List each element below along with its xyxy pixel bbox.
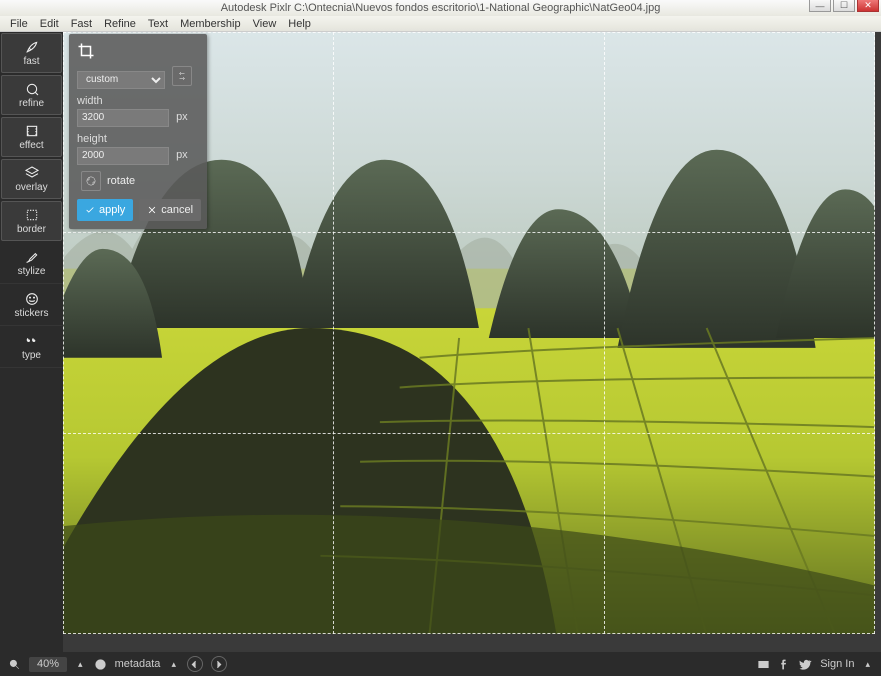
width-input[interactable]: [77, 109, 169, 127]
canvas-area[interactable]: custom width px height px rotate: [63, 32, 881, 652]
window-title: Autodesk Pixlr C:\Ontecnia\Nuevos fondos…: [221, 2, 661, 14]
zoom-caret[interactable]: ▴: [75, 659, 86, 670]
tool-type[interactable]: type: [0, 326, 63, 368]
facebook-icon[interactable]: [778, 658, 791, 671]
mail-icon[interactable]: [757, 658, 770, 671]
menu-help[interactable]: Help: [282, 17, 317, 31]
rotate-icon: [85, 175, 97, 187]
tool-label: stylize: [18, 266, 46, 277]
layers-icon: [24, 165, 40, 181]
signin-caret[interactable]: ▴: [862, 659, 873, 670]
cancel-button[interactable]: cancel: [139, 199, 201, 221]
tool-stickers[interactable]: stickers: [0, 284, 63, 326]
unit-label: px: [176, 111, 188, 123]
quote-icon: [24, 333, 40, 349]
menu-view[interactable]: View: [247, 17, 283, 31]
rotate-button[interactable]: [81, 171, 101, 191]
tool-label: refine: [19, 98, 44, 109]
check-icon: [85, 205, 95, 215]
swap-icon: [176, 70, 188, 82]
rotate-label: rotate: [107, 175, 135, 187]
twitter-icon[interactable]: [799, 658, 812, 671]
window-controls: — ☐ ✕: [809, 0, 879, 12]
tool-refine[interactable]: refine: [1, 75, 62, 115]
sidebar: fast refine effect overlay border styliz…: [0, 32, 63, 652]
height-label: height: [77, 133, 199, 145]
brush-icon: [24, 249, 40, 265]
menu-edit[interactable]: Edit: [34, 17, 65, 31]
unit-label: px: [176, 149, 188, 161]
crop-icon: [77, 42, 95, 60]
app-body: fast refine effect overlay border styliz…: [0, 32, 881, 652]
sticker-icon: [24, 291, 40, 307]
tool-stylize[interactable]: stylize: [0, 242, 63, 284]
statusbar: 40% ▴ metadata ▴ Sign In ▴: [0, 652, 881, 676]
x-icon: [147, 205, 157, 215]
border-icon: [24, 207, 40, 223]
circle-icon: [24, 81, 40, 97]
titlebar: Autodesk Pixlr C:\Ontecnia\Nuevos fondos…: [0, 0, 881, 16]
menu-membership[interactable]: Membership: [174, 17, 247, 31]
rocket-icon: [24, 39, 40, 55]
menu-refine[interactable]: Refine: [98, 17, 142, 31]
metadata-label[interactable]: metadata: [115, 658, 161, 670]
menu-file[interactable]: File: [4, 17, 34, 31]
tool-label: type: [22, 350, 41, 361]
tool-fast[interactable]: fast: [1, 33, 62, 73]
apply-button[interactable]: apply: [77, 199, 133, 221]
prev-button[interactable]: [187, 656, 203, 672]
settings-icon[interactable]: [94, 658, 107, 671]
menu-fast[interactable]: Fast: [65, 17, 98, 31]
crop-preset-select[interactable]: custom: [77, 71, 165, 89]
tool-label: border: [17, 224, 46, 235]
tool-overlay[interactable]: overlay: [1, 159, 62, 199]
menu-text[interactable]: Text: [142, 17, 174, 31]
menubar: File Edit Fast Refine Text Membership Vi…: [0, 16, 881, 32]
height-input[interactable]: [77, 147, 169, 165]
tool-label: overlay: [15, 182, 47, 193]
width-label: width: [77, 95, 199, 107]
swap-dimensions-button[interactable]: [172, 66, 192, 86]
signin-link[interactable]: Sign In: [820, 658, 854, 670]
search-icon[interactable]: [8, 658, 21, 671]
maximize-button[interactable]: ☐: [833, 0, 855, 12]
minimize-button[interactable]: —: [809, 0, 831, 12]
tool-border[interactable]: border: [1, 201, 62, 241]
tool-effect[interactable]: effect: [1, 117, 62, 157]
tool-label: fast: [23, 56, 39, 67]
next-button[interactable]: [211, 656, 227, 672]
crop-panel: custom width px height px rotate: [69, 34, 207, 229]
close-button[interactable]: ✕: [857, 0, 879, 12]
zoom-level[interactable]: 40%: [29, 657, 67, 672]
film-icon: [24, 123, 40, 139]
metadata-caret[interactable]: ▴: [168, 659, 179, 670]
tool-label: effect: [19, 140, 43, 151]
tool-label: stickers: [15, 308, 49, 319]
